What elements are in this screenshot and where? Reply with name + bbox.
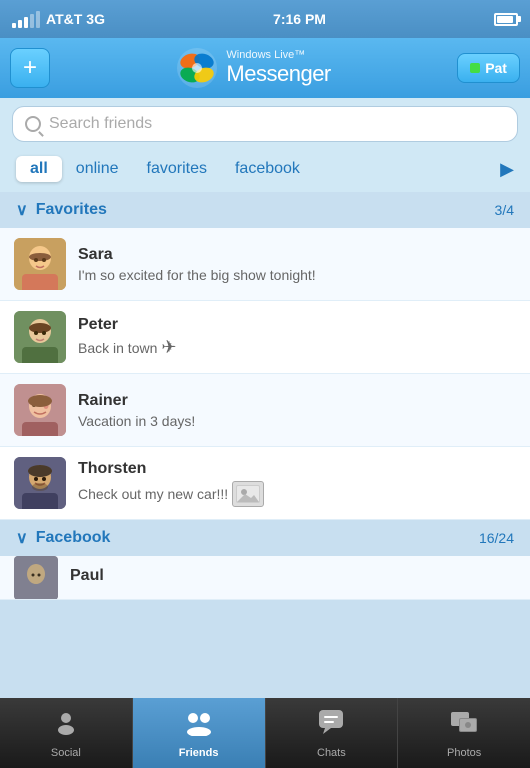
battery-icon	[494, 13, 518, 26]
rainer-name: Rainer	[78, 392, 516, 410]
avatar-sara	[14, 238, 66, 290]
photos-icon	[449, 708, 479, 743]
thorsten-name: Thorsten	[78, 460, 516, 478]
facebook-chevron[interactable]: ∨	[16, 528, 28, 548]
logo-area: Windows Live™ Messenger	[176, 47, 330, 89]
time-display: 7:16 PM	[273, 11, 326, 27]
bottom-nav: Social Friends Chats	[0, 698, 530, 768]
app-header: + Windows Live™ Messenger Pat	[0, 38, 530, 98]
peter-status: Back in town ✈	[78, 337, 516, 358]
section-left: ∨ Favorites	[16, 200, 107, 220]
profile-name: Pat	[485, 60, 507, 76]
profile-button[interactable]: Pat	[457, 53, 520, 83]
windows-live-label: Windows Live™	[226, 49, 330, 61]
nav-social-label: Social	[51, 747, 81, 759]
search-container: Search friends	[0, 98, 530, 150]
profile-status-dot	[470, 63, 480, 73]
messenger-text: Windows Live™ Messenger	[226, 49, 330, 87]
nav-photos[interactable]: Photos	[398, 698, 530, 768]
add-button[interactable]: +	[10, 48, 50, 88]
tab-facebook[interactable]: facebook	[221, 156, 314, 182]
rainer-status: Vacation in 3 days!	[78, 413, 516, 429]
search-icon	[25, 116, 41, 132]
favorites-title: Favorites	[36, 201, 107, 219]
battery-fill	[497, 16, 513, 23]
signal-bar-3	[24, 17, 28, 28]
chats-icon	[317, 708, 345, 743]
friends-icon	[183, 708, 215, 743]
paul-name: Paul	[70, 567, 516, 585]
signal-bar-1	[12, 23, 16, 28]
contact-item-rainer[interactable]: Rainer Vacation in 3 days!	[0, 374, 530, 447]
carrier-label: AT&T	[46, 11, 82, 27]
image-badge	[232, 481, 264, 507]
avatar-paul	[14, 556, 58, 600]
signal-bar-4	[30, 14, 34, 28]
status-bar: AT&T 3G 7:16 PM	[0, 0, 530, 38]
tab-online[interactable]: online	[62, 156, 133, 182]
tabs-more-arrow[interactable]: ▶	[500, 159, 514, 180]
contact-item-thorsten[interactable]: Thorsten Check out my new car!!!	[0, 447, 530, 520]
nav-chats[interactable]: Chats	[266, 698, 399, 768]
nav-chats-label: Chats	[317, 747, 346, 759]
sara-info: Sara I'm so excited for the big show ton…	[78, 246, 516, 283]
facebook-title: Facebook	[36, 529, 111, 547]
facebook-section-left: ∨ Facebook	[16, 528, 110, 548]
nav-social[interactable]: Social	[0, 698, 133, 768]
sara-name: Sara	[78, 246, 516, 264]
facebook-count: 16/24	[479, 530, 514, 546]
search-bar[interactable]: Search friends	[12, 106, 518, 142]
status-left: AT&T 3G	[12, 11, 105, 28]
network-label: 3G	[86, 11, 105, 27]
nav-photos-label: Photos	[447, 747, 481, 759]
tab-all[interactable]: all	[16, 156, 62, 182]
nav-friends-label: Friends	[179, 747, 219, 759]
peter-info: Peter Back in town ✈	[78, 316, 516, 358]
favorites-contact-list: Sara I'm so excited for the big show ton…	[0, 228, 530, 520]
facebook-section-header: ∨ Facebook 16/24	[0, 520, 530, 556]
favorites-count: 3/4	[495, 202, 514, 218]
signal-bar-2	[18, 20, 22, 28]
thorsten-info: Thorsten Check out my new car!!!	[78, 460, 516, 507]
social-icon	[52, 708, 80, 743]
signal-bar-5	[36, 11, 40, 28]
contact-item-peter[interactable]: Peter Back in town ✈	[0, 301, 530, 374]
wlm-logo	[176, 47, 218, 89]
rainer-info: Rainer Vacation in 3 days!	[78, 392, 516, 429]
contact-item-sara[interactable]: Sara I'm so excited for the big show ton…	[0, 228, 530, 301]
favorites-chevron[interactable]: ∨	[16, 200, 28, 220]
tab-favorites[interactable]: favorites	[133, 156, 221, 182]
signal-bars	[12, 11, 40, 28]
paul-info: Paul	[70, 567, 516, 588]
peter-name: Peter	[78, 316, 516, 334]
avatar-peter	[14, 311, 66, 363]
avatar-rainer	[14, 384, 66, 436]
plane-icon: ✈	[161, 337, 176, 358]
search-placeholder: Search friends	[49, 115, 152, 133]
sara-status: I'm so excited for the big show tonight!	[78, 267, 516, 283]
avatar-thorsten	[14, 457, 66, 509]
favorites-section-header: ∨ Favorites 3/4	[0, 192, 530, 228]
facebook-contact-list: Paul	[0, 556, 530, 600]
thorsten-status: Check out my new car!!!	[78, 481, 516, 507]
contact-item-paul[interactable]: Paul	[0, 556, 530, 600]
nav-friends[interactable]: Friends	[133, 698, 266, 768]
content-area: ∨ Favorites 3/4 Sara I'm so excited	[0, 192, 530, 600]
messenger-label: Messenger	[226, 61, 330, 87]
filter-tabs: all online favorites facebook ▶	[0, 150, 530, 192]
